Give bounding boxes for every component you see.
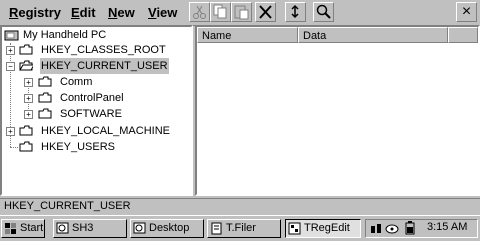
tree-root-label: My Handheld PC (23, 29, 107, 41)
tree-item-hkey-local-machine[interactable]: + HKEY_LOCAL_MACHINE (2, 123, 191, 139)
expand-icon[interactable]: + (6, 127, 15, 136)
menu-edit[interactable]: Edit (71, 5, 96, 20)
task-sh3[interactable]: SH3 (53, 219, 127, 238)
regedit-icon (288, 222, 301, 235)
folder-icon (19, 125, 33, 136)
cut-button[interactable] (189, 2, 210, 22)
registry-tree[interactable]: My Handheld PC + HKEY_CLASSES_ROOT − HKE… (0, 25, 193, 196)
filer-icon (211, 222, 222, 235)
tree-item-software[interactable]: + SOFTWARE (2, 106, 191, 122)
network-icon[interactable] (369, 222, 383, 235)
start-button[interactable]: Start (1, 219, 45, 238)
task-label: T.Filer (226, 222, 256, 234)
menu-registry[interactable]: Registry (9, 5, 61, 20)
system-tray: 3:15 AM (365, 219, 478, 238)
expand-icon[interactable]: + (6, 46, 15, 55)
folder-icon (38, 76, 52, 87)
folder-icon (19, 141, 33, 152)
refresh-icon (291, 4, 299, 19)
menu-bar: Registry Edit New View × (0, 0, 480, 26)
task-desktop[interactable]: Desktop (130, 219, 204, 238)
column-header-data[interactable]: Data (298, 27, 448, 43)
menu-new[interactable]: New (108, 5, 135, 20)
tree-item-label: Comm (60, 76, 93, 88)
tree-item-comm[interactable]: + Comm (2, 74, 191, 90)
desktop-icon (133, 222, 146, 234)
close-button[interactable]: × (456, 2, 477, 22)
tree-item-hkey-current-user[interactable]: − HKEY_CURRENT_USER (2, 58, 191, 74)
folder-icon (38, 108, 52, 119)
copy-button[interactable] (210, 2, 231, 22)
clock[interactable]: 3:15 AM (427, 221, 467, 233)
status-bar: HKEY_CURRENT_USER (0, 198, 480, 215)
find-icon (316, 4, 331, 19)
delete-button[interactable] (255, 2, 276, 22)
app-icon (56, 222, 69, 234)
expand-icon[interactable]: + (24, 110, 33, 119)
find-button[interactable] (313, 2, 334, 22)
cut-icon (193, 5, 206, 19)
expand-icon[interactable]: + (24, 78, 33, 87)
tree-item-label: HKEY_USERS (41, 141, 115, 153)
expand-icon[interactable]: + (24, 94, 33, 103)
taskbar: Start SH3 Desktop T.Filer TRegEdit 3:15 … (0, 215, 480, 241)
battery-icon[interactable] (403, 221, 417, 236)
copy-icon (213, 4, 227, 19)
collapse-icon[interactable]: − (6, 62, 15, 71)
handheld-pc-icon (4, 30, 19, 41)
task-label: TRegEdit (304, 222, 350, 234)
tree-item-hkey-users[interactable]: HKEY_USERS (2, 139, 191, 155)
column-header-name[interactable]: Name (197, 27, 298, 43)
open-folder-icon (19, 60, 33, 71)
disc-icon[interactable] (385, 222, 399, 235)
task-tfiler[interactable]: T.Filer (207, 219, 281, 238)
task-label: SH3 (72, 222, 94, 234)
status-text: HKEY_CURRENT_USER (4, 200, 131, 212)
paste-icon (234, 5, 249, 20)
folder-icon (38, 92, 52, 103)
tree-item-label: ControlPanel (60, 92, 124, 104)
task-tregedit[interactable]: TRegEdit (285, 219, 361, 238)
refresh-button[interactable] (285, 2, 306, 22)
windows-logo-icon (5, 223, 16, 234)
tree-item-hkey-classes-root[interactable]: + HKEY_CLASSES_ROOT (2, 42, 191, 58)
tree-item-controlpanel[interactable]: + ControlPanel (2, 90, 191, 106)
tree-item-label: HKEY_CLASSES_ROOT (41, 44, 166, 56)
value-list[interactable]: Name Data (195, 25, 480, 196)
tree-line (10, 147, 18, 148)
task-label: Desktop (149, 222, 190, 234)
tree-item-label: HKEY_CURRENT_USER (40, 58, 169, 74)
tree-item-label: SOFTWARE (60, 108, 122, 120)
column-header-filler (448, 27, 478, 43)
start-label: Start (20, 222, 44, 234)
folder-icon (19, 44, 33, 55)
paste-button[interactable] (231, 2, 252, 22)
delete-icon (259, 5, 272, 19)
menu-view[interactable]: View (148, 5, 177, 20)
tree-item-label: HKEY_LOCAL_MACHINE (41, 125, 170, 137)
